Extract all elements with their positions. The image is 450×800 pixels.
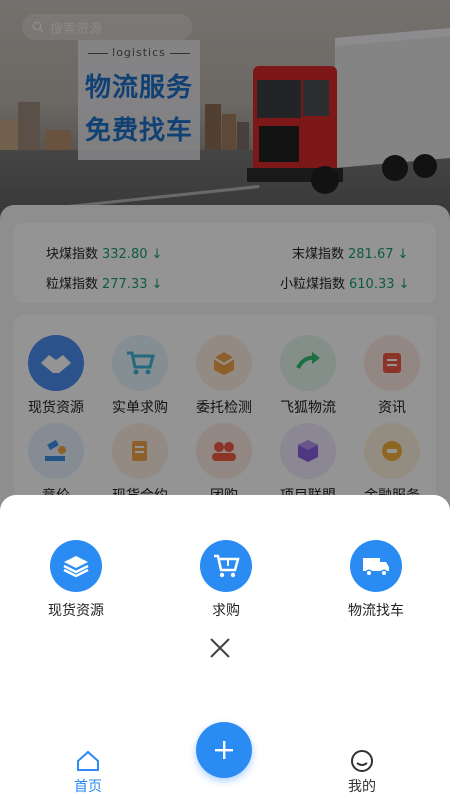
nav-mine-label: 我的 [348,779,376,795]
nav-home[interactable]: 首页 [48,750,128,796]
nav-home-label: 首页 [74,779,102,795]
home-icon [77,750,99,771]
nav-mine[interactable]: 我的 [322,750,402,796]
action-spot-resources[interactable]: 现货资源 [16,540,136,620]
add-button[interactable] [196,722,252,778]
truck-icon [350,540,402,592]
cart-icon [200,540,252,592]
quick-action-sheet: 现货资源 求购 物流找车 首页 我的 [0,495,450,800]
bottom-nav: 首页 我的 [0,722,450,800]
action-label: 求购 [212,603,240,619]
action-purchase[interactable]: 求购 [166,540,286,620]
action-label: 物流找车 [348,603,404,619]
action-find-truck[interactable]: 物流找车 [316,540,436,620]
close-icon[interactable] [207,635,233,661]
smile-icon [351,750,373,772]
plus-icon [215,741,233,759]
layers-icon [50,540,102,592]
action-label: 现货资源 [48,603,104,619]
